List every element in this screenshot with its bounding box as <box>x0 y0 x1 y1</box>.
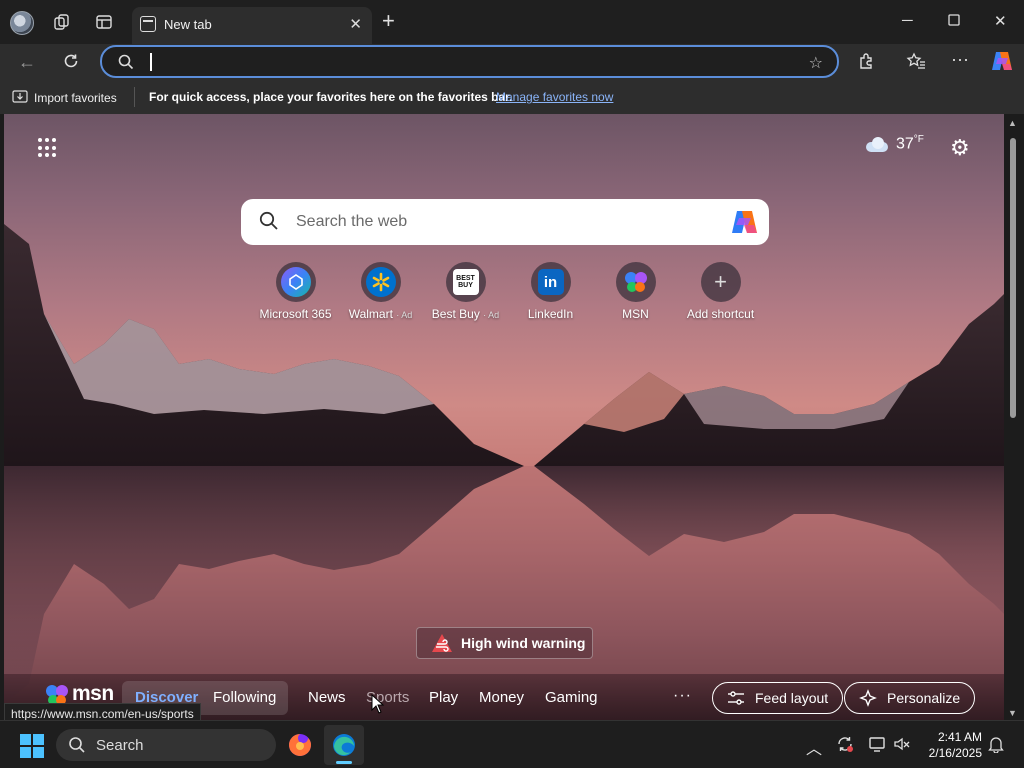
plus-icon: + <box>714 269 727 294</box>
profile-avatar[interactable] <box>10 11 34 35</box>
scrollbar-thumb[interactable] <box>1010 138 1016 418</box>
favorites-icon[interactable] <box>906 52 926 75</box>
volume-muted-icon[interactable] <box>893 735 911 758</box>
search-icon <box>259 211 278 230</box>
apps-launcher-icon[interactable] <box>38 138 58 158</box>
settings-gear-icon[interactable]: ⚙ <box>950 135 970 161</box>
back-arrow-icon[interactable]: ← <box>18 52 36 73</box>
shortcut-label: Walmart · Ad <box>348 307 413 321</box>
address-bar[interactable]: ☆ <box>100 45 839 78</box>
clock-date: 2/16/2025 <box>928 746 982 760</box>
favorite-star-icon[interactable]: ☆ <box>809 53 823 73</box>
shortcut-best-buy[interactable]: BEST BUY Best Buy · Ad <box>423 262 508 321</box>
notification-bell-icon[interactable] <box>988 735 1004 758</box>
firefox-icon[interactable] <box>284 729 316 761</box>
scroll-down-arrow-icon[interactable]: ▼ <box>1008 708 1017 718</box>
feed-layout-button[interactable]: Feed layout <box>712 682 844 714</box>
personalize-button[interactable]: Personalize <box>844 682 976 714</box>
walmart-spark-icon <box>365 267 396 297</box>
new-tab-button[interactable]: + <box>382 10 395 32</box>
manage-favorites-link[interactable]: Manage favorites now <box>496 90 613 104</box>
weather-widget[interactable]: 37°F <box>864 134 924 153</box>
wind-warning-icon <box>432 634 452 652</box>
taskbar-search-label: Search <box>96 736 144 754</box>
tab-play[interactable]: Play <box>429 689 458 706</box>
shortcut-add[interactable]: + Add shortcut <box>678 262 763 321</box>
windows-start-icon[interactable] <box>20 734 44 758</box>
feed-layout-label: Feed layout <box>755 690 829 706</box>
tab-money[interactable]: Money <box>479 689 524 706</box>
search-icon <box>69 737 85 753</box>
shortcut-msn[interactable]: MSN <box>593 262 678 321</box>
tab-title: New tab <box>164 17 212 32</box>
best-buy-logo-icon: BEST BUY <box>452 269 479 295</box>
import-icon <box>12 89 28 106</box>
show-hidden-icons-chevron-icon[interactable]: ︿ <box>806 735 822 759</box>
scroll-up-arrow-icon[interactable]: ▲ <box>1008 118 1017 128</box>
shortcut-label: LinkedIn <box>527 307 574 321</box>
more-tabs-button[interactable]: ··· <box>673 687 692 705</box>
import-favorites-button[interactable]: Import favorites <box>12 89 117 106</box>
new-tab-page: 37°F ⚙ Microsoft 365 Walmart · Ad BEST B… <box>4 114 1004 720</box>
personalize-label: Personalize <box>887 690 961 706</box>
close-window-icon[interactable]: ✕ <box>994 12 1007 30</box>
sync-update-icon[interactable] <box>836 735 854 758</box>
sparkle-star-icon <box>859 689 877 707</box>
divider <box>134 87 135 107</box>
mouse-cursor-icon <box>371 694 385 714</box>
shortcut-label: Add shortcut <box>686 307 755 321</box>
page-scrollbar[interactable]: ▲ ▼ <box>1004 114 1024 720</box>
wind-warning-alert[interactable]: High wind warning <box>416 627 593 659</box>
shortcut-linkedin[interactable]: in LinkedIn <box>508 262 593 321</box>
taskbar-search[interactable]: Search <box>56 729 276 761</box>
wind-warning-label: High wind warning <box>461 635 586 651</box>
tab-actions-icon[interactable] <box>94 12 114 32</box>
weather-temp: 37°F <box>896 134 924 153</box>
favorites-bar-message: For quick access, place your favorites h… <box>149 90 513 104</box>
refresh-icon[interactable] <box>62 52 80 75</box>
web-search-box[interactable] <box>241 199 769 245</box>
msn-butterfly-icon <box>621 267 651 297</box>
display-network-icon[interactable] <box>868 735 886 758</box>
copilot-icon[interactable] <box>990 50 1014 77</box>
linkedin-icon: in <box>537 269 564 295</box>
cloud-icon <box>864 136 890 152</box>
taskbar: Search ︿ 2:41 AM 2/16/2025 <box>0 720 1024 768</box>
maximize-icon[interactable] <box>948 13 960 30</box>
shortcut-label: Best Buy · Ad <box>431 307 500 321</box>
edge-taskbar-button[interactable] <box>324 725 364 765</box>
shortcuts-row: Microsoft 365 Walmart · Ad BEST BUY Best… <box>253 262 763 321</box>
shortcut-walmart[interactable]: Walmart · Ad <box>338 262 423 321</box>
sliders-icon <box>728 691 744 705</box>
system-clock[interactable]: 2:41 AM 2/16/2025 <box>920 729 982 761</box>
tab-following[interactable]: Following <box>213 689 276 706</box>
tab-news[interactable]: News <box>308 689 346 706</box>
close-tab-icon[interactable]: ✕ <box>349 15 362 33</box>
shortcut-label: Microsoft 365 <box>259 307 332 321</box>
shortcut-label: MSN <box>622 307 649 321</box>
favorites-bar: Import favorites For quick access, place… <box>0 80 1024 114</box>
import-favorites-label: Import favorites <box>34 90 117 105</box>
tab-new-tab[interactable]: New tab ✕ <box>132 7 372 44</box>
navigation-toolbar: ← ☆ ··· <box>0 44 1024 80</box>
microsoft-365-icon <box>280 267 311 297</box>
more-menu-icon[interactable]: ··· <box>951 49 969 70</box>
edge-icon <box>333 734 355 756</box>
minimize-icon[interactable]: ─ <box>902 12 913 29</box>
workspaces-icon[interactable] <box>52 12 72 32</box>
shortcut-microsoft-365[interactable]: Microsoft 365 <box>253 262 338 321</box>
extensions-icon[interactable] <box>858 52 876 75</box>
search-icon <box>118 54 134 73</box>
copilot-icon[interactable] <box>729 208 759 236</box>
title-bar: New tab ✕ + ─ ✕ <box>0 0 1024 44</box>
newtab-page-icon <box>140 16 156 32</box>
address-input[interactable] <box>150 51 750 73</box>
web-search-input[interactable] <box>296 211 716 233</box>
tab-gaming[interactable]: Gaming <box>545 689 598 706</box>
active-app-indicator <box>336 761 352 764</box>
clock-time: 2:41 AM <box>937 730 982 744</box>
